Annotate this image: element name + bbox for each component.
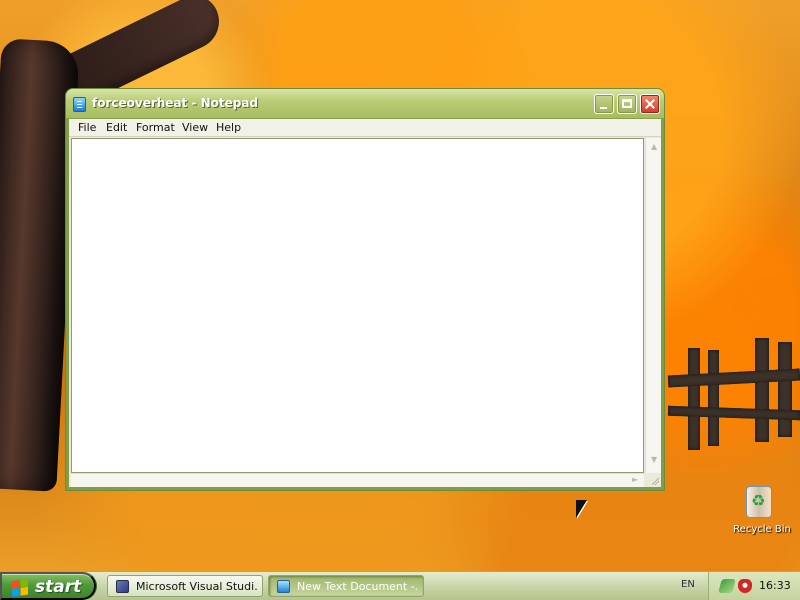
menu-edit[interactable]: Edit — [106, 121, 127, 134]
windows-logo-icon — [12, 578, 28, 598]
scroll-up-arrow-icon[interactable]: ▲ — [651, 142, 657, 151]
menu-view[interactable]: View — [182, 121, 208, 134]
system-tray: 16:33 — [708, 572, 800, 600]
language-indicator[interactable]: EN — [681, 579, 695, 590]
notepad-icon — [73, 97, 86, 112]
menu-help[interactable]: Help — [216, 121, 241, 134]
security-shield-icon[interactable] — [738, 579, 752, 593]
recycle-bin-icon — [746, 486, 772, 518]
resize-grip-icon[interactable] — [645, 473, 661, 487]
menu-format[interactable]: Format — [136, 121, 175, 134]
window-title: forceoverheat - Notepad — [92, 96, 259, 110]
close-button[interactable] — [640, 94, 660, 114]
visual-studio-icon — [116, 580, 129, 593]
recycle-bin-label: Recycle Bin — [733, 524, 791, 535]
vertical-scrollbar[interactable]: ▲ ▼ — [645, 138, 661, 473]
notepad-icon — [277, 580, 290, 593]
menu-bar: File Edit Format View Help — [69, 119, 661, 137]
horizontal-scrollbar[interactable]: ► — [71, 473, 644, 487]
taskbar-button-visual-studio[interactable]: Microsoft Visual Studi... — [107, 575, 263, 597]
window-titlebar[interactable]: forceoverheat - Notepad — [66, 89, 664, 119]
scroll-right-arrow-icon[interactable]: ► — [632, 475, 638, 484]
start-label: start — [35, 577, 82, 597]
recycle-bin-shortcut[interactable]: Recycle Bin — [733, 484, 791, 542]
fence-post — [708, 350, 719, 446]
taskbar-clock[interactable]: 16:33 — [759, 579, 791, 592]
taskbar-button-label: New Text Document -... — [297, 580, 419, 593]
taskbar-button-label: Microsoft Visual Studi... — [136, 580, 258, 593]
menu-file[interactable]: File — [78, 121, 96, 134]
fence-post — [755, 338, 769, 442]
arrow-cursor-icon — [576, 500, 587, 518]
taskbar: start Microsoft Visual Studi... New Text… — [0, 571, 800, 600]
start-button[interactable]: start — [0, 572, 96, 600]
minimize-button[interactable] — [594, 94, 614, 114]
fence-post — [688, 348, 700, 450]
text-editor-area[interactable] — [71, 138, 644, 473]
desktop-screen: forceoverheat - Notepad File Edit Format… — [0, 0, 800, 600]
notepad-window[interactable]: forceoverheat - Notepad File Edit Format… — [66, 89, 664, 490]
fence-post — [778, 342, 792, 437]
scroll-down-arrow-icon[interactable]: ▼ — [651, 455, 657, 464]
maximize-button[interactable] — [617, 94, 637, 114]
network-icon[interactable] — [718, 579, 736, 593]
taskbar-button-notepad[interactable]: New Text Document -... — [268, 575, 424, 597]
